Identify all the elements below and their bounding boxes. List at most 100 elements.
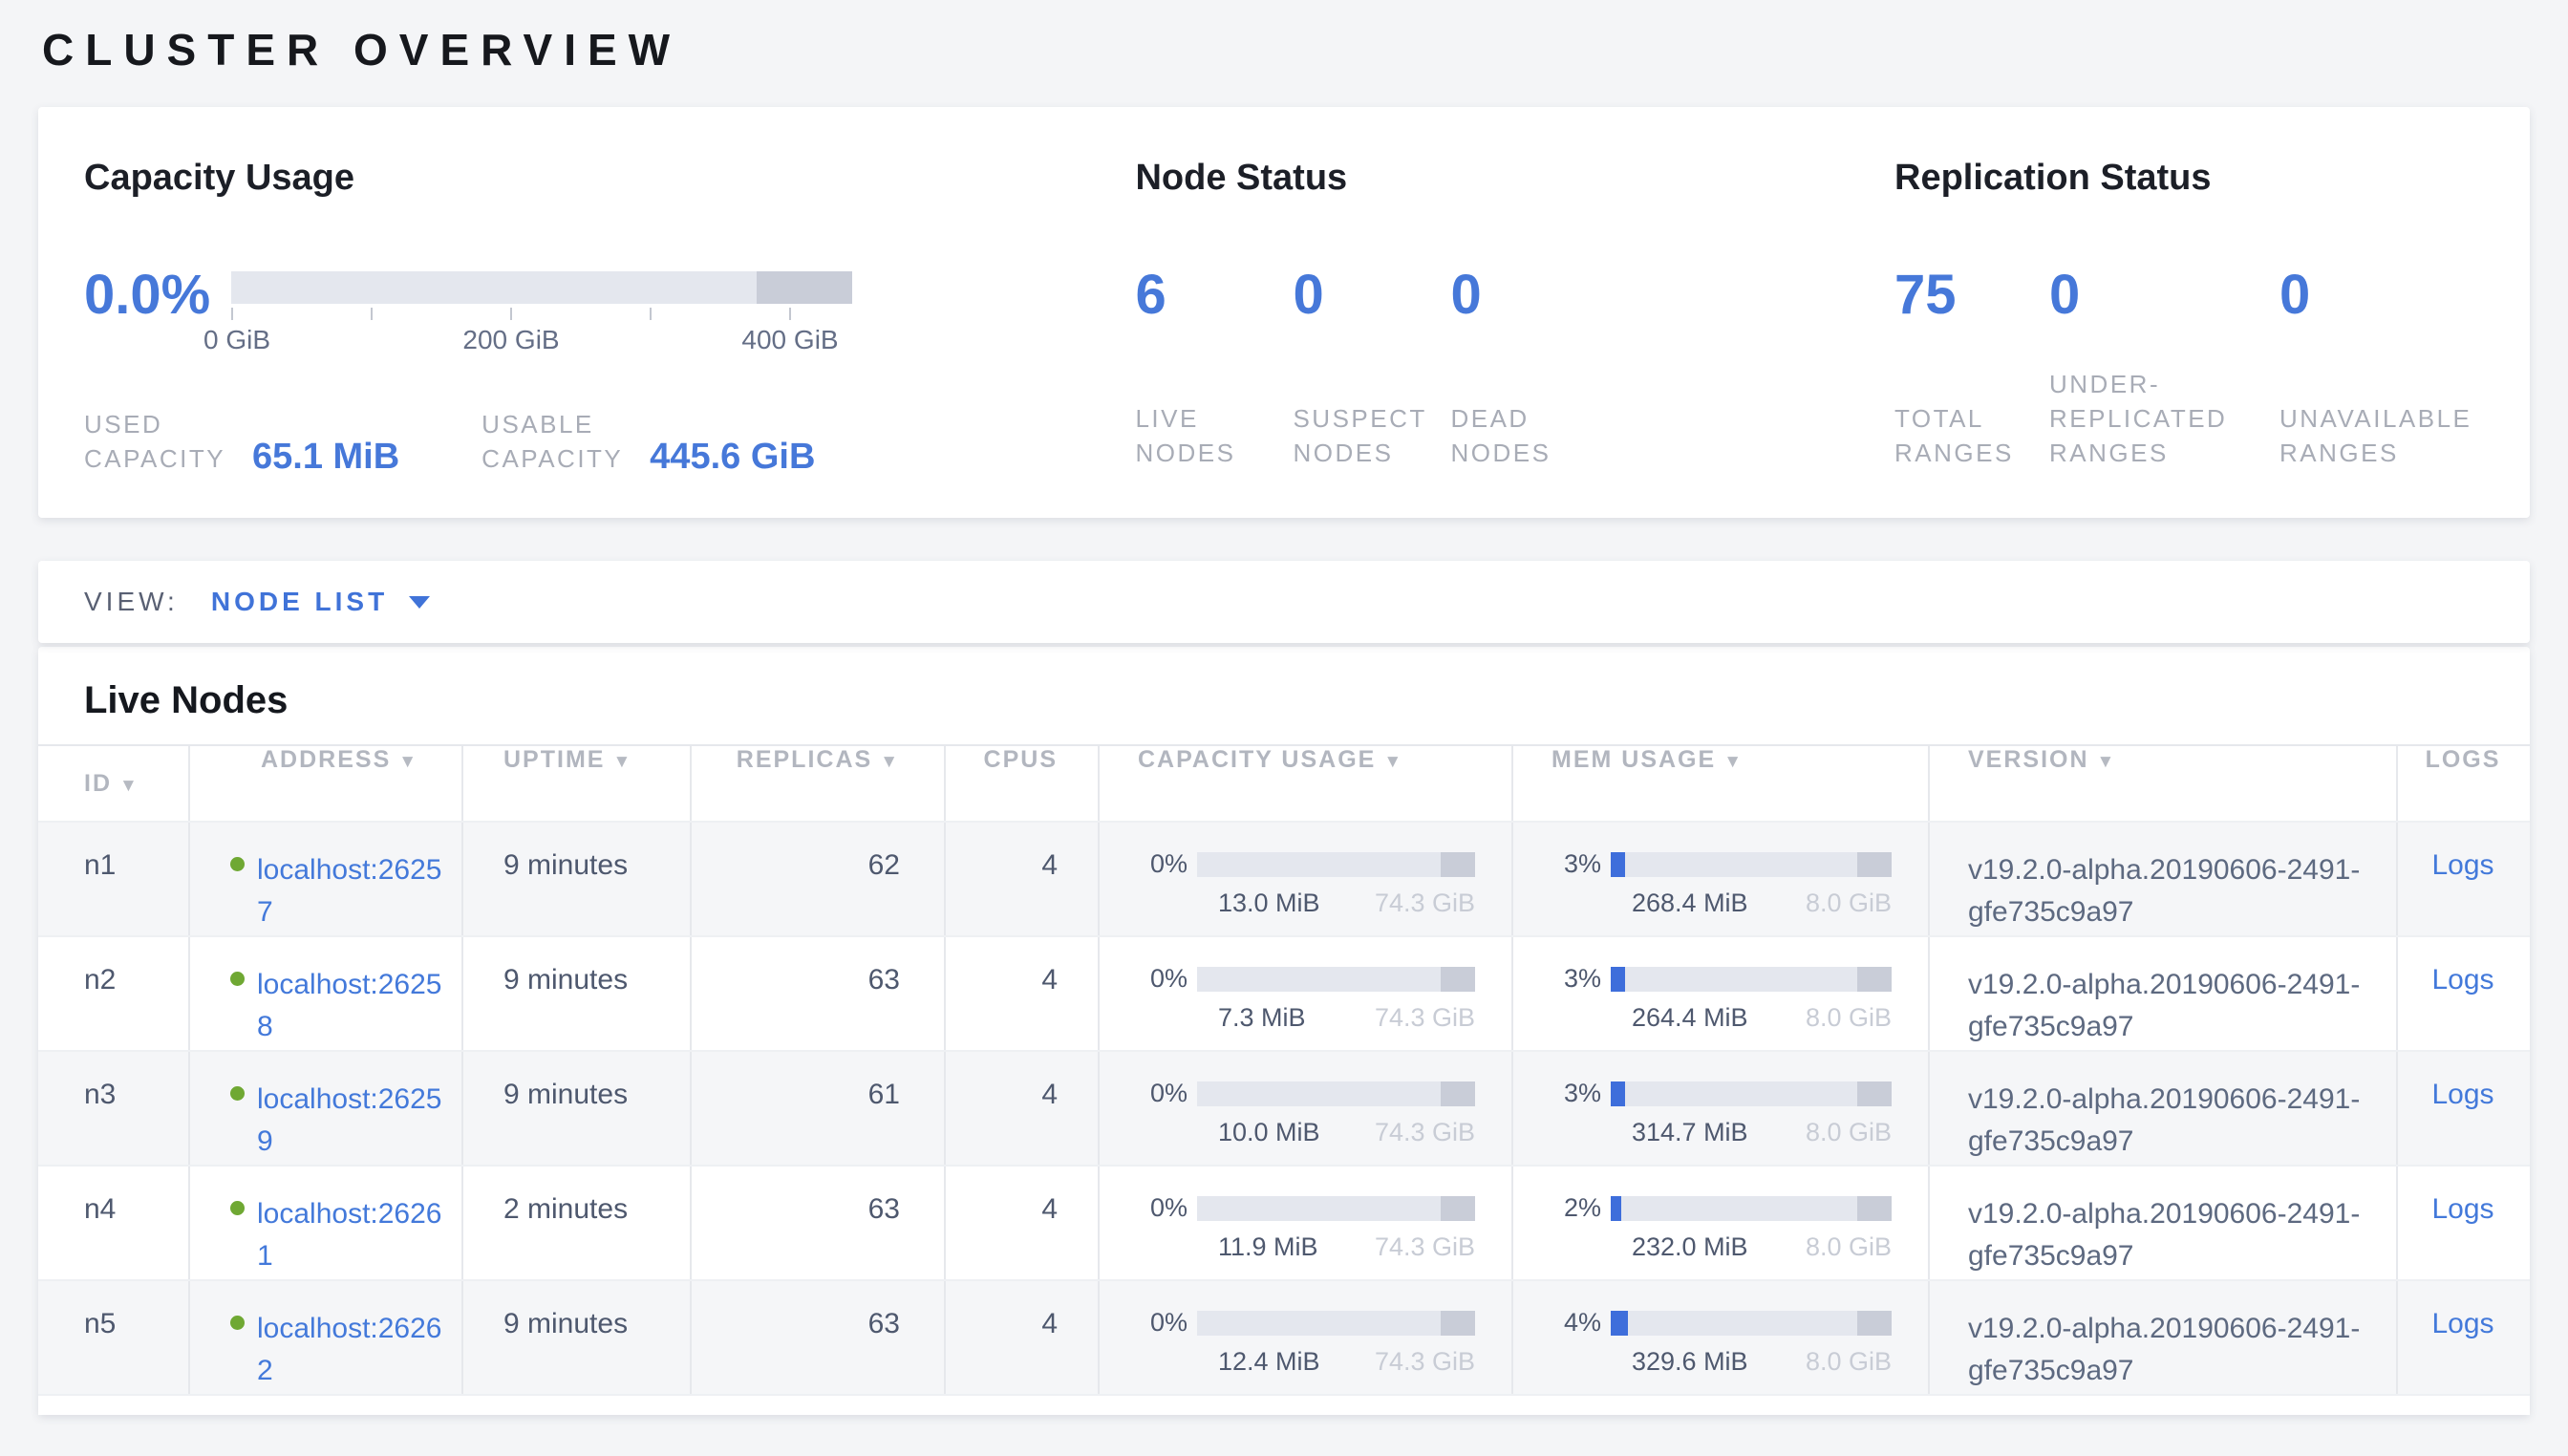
node-id: n4 bbox=[84, 1193, 116, 1225]
capacity-bar bbox=[1197, 1081, 1475, 1106]
column-header-mem-usage[interactable]: MEM USAGE▼ bbox=[1511, 746, 1928, 821]
column-header-replicas[interactable]: REPLICAS▼ bbox=[690, 746, 944, 821]
mem-used-value: 232.0 MiB bbox=[1632, 1232, 1748, 1262]
column-header-address[interactable]: ADDRESS▼ bbox=[188, 746, 461, 821]
node-logs-link[interactable]: Logs bbox=[2431, 1193, 2493, 1225]
capacity-total-value: 74.3 GiB bbox=[1375, 1232, 1475, 1262]
used-capacity-stat: USED CAPACITY 65.1 MiB bbox=[84, 407, 399, 476]
mem-percent: 3% bbox=[1552, 1079, 1601, 1108]
node-mem-usage: 3% 314.7 MiB 8.0 GiB bbox=[1511, 1052, 1928, 1165]
mem-bar-tail bbox=[1857, 852, 1892, 877]
node-address-link[interactable]: localhost:26257 bbox=[257, 849, 444, 933]
capacity-bar-chart: 0 GiB 200 GiB 400 GiB bbox=[231, 271, 852, 353]
column-header-logs: LOGS▼ bbox=[2396, 746, 2528, 821]
node-uptime: 2 minutes bbox=[503, 1193, 628, 1225]
node-logs-link[interactable]: Logs bbox=[2431, 1079, 2493, 1110]
view-dropdown[interactable]: NODE LIST bbox=[211, 587, 430, 617]
node-cpus: 4 bbox=[1041, 849, 1058, 881]
node-capacity-usage: 0% 13.0 MiB 74.3 GiB bbox=[1098, 823, 1511, 935]
unavailable-ranges-label: UNAVAILABLE RANGES bbox=[2279, 401, 2530, 470]
mem-total-value: 8.0 GiB bbox=[1806, 1232, 1892, 1262]
capacity-bar-tail bbox=[1441, 852, 1475, 877]
sort-arrow-icon: ▼ bbox=[2097, 752, 2117, 772]
usable-capacity-label: USABLE CAPACITY bbox=[482, 407, 634, 476]
dead-nodes-label: DEAD NODES bbox=[1450, 401, 1608, 470]
capacity-bar bbox=[1197, 852, 1475, 877]
node-address-link[interactable]: localhost:26258 bbox=[257, 964, 444, 1048]
node-cpus: 4 bbox=[1041, 1193, 1058, 1225]
node-id: n1 bbox=[84, 849, 116, 881]
node-capacity-usage: 0% 12.4 MiB 74.3 GiB bbox=[1098, 1281, 1511, 1394]
capacity-bar-tail bbox=[1441, 1311, 1475, 1336]
dead-nodes-value: 0 bbox=[1450, 268, 1608, 323]
live-status-dot-icon bbox=[230, 1086, 245, 1101]
node-address-link[interactable]: localhost:26259 bbox=[257, 1079, 444, 1163]
used-capacity-value: 65.1 MiB bbox=[252, 438, 399, 476]
capacity-percent: 0% bbox=[1138, 964, 1188, 994]
table-body: n1 localhost:26257 9 minutes 62 4 0% 13.… bbox=[38, 821, 2530, 1394]
usable-capacity-value: 445.6 GiB bbox=[650, 438, 815, 476]
node-logs-link[interactable]: Logs bbox=[2431, 849, 2493, 881]
node-id: n5 bbox=[84, 1308, 116, 1339]
used-capacity-label: USED CAPACITY bbox=[84, 407, 237, 476]
node-version: v19.2.0-alpha.20190606-2491-gfe735c9a97 bbox=[1968, 1198, 2360, 1272]
mem-bar-tail bbox=[1857, 1081, 1892, 1106]
capacity-used-value: 13.0 MiB bbox=[1218, 889, 1320, 918]
unavailable-ranges-stat: 0 UNAVAILABLE RANGES bbox=[2279, 268, 2530, 470]
capacity-percent: 0% bbox=[1138, 1193, 1188, 1223]
replication-status-panel: Replication Status 75 TOTAL RANGES 0 UND… bbox=[1846, 107, 2530, 518]
capacity-percent: 0% bbox=[1138, 1308, 1188, 1338]
capacity-total-value: 74.3 GiB bbox=[1375, 889, 1475, 918]
node-mem-usage: 3% 268.4 MiB 8.0 GiB bbox=[1511, 823, 1928, 935]
column-header-uptime[interactable]: UPTIME▼ bbox=[461, 746, 690, 821]
table-row: n3 localhost:26259 9 minutes 61 4 0% 10.… bbox=[38, 1050, 2530, 1165]
node-version: v19.2.0-alpha.20190606-2491-gfe735c9a97 bbox=[1968, 854, 2360, 928]
capacity-bar-reserved-segment bbox=[757, 271, 852, 304]
column-header-capacity-usage[interactable]: CAPACITY USAGE▼ bbox=[1098, 746, 1511, 821]
mem-used-value: 329.6 MiB bbox=[1632, 1347, 1748, 1377]
column-header-version[interactable]: VERSION▼ bbox=[1928, 746, 2396, 821]
node-status-panel: Node Status 6 LIVE NODES 0 SUSPECT NODES… bbox=[1081, 107, 1846, 518]
replication-status-title: Replication Status bbox=[1894, 157, 2530, 199]
mem-percent: 4% bbox=[1552, 1308, 1601, 1338]
table-row: n4 localhost:26261 2 minutes 63 4 0% 11.… bbox=[38, 1165, 2530, 1279]
cluster-summary-card: Capacity Usage 0.0% bbox=[38, 107, 2530, 518]
node-mem-usage: 4% 329.6 MiB 8.0 GiB bbox=[1511, 1281, 1928, 1394]
dead-nodes-stat: 0 DEAD NODES bbox=[1450, 268, 1608, 470]
suspect-nodes-stat: 0 SUSPECT NODES bbox=[1293, 268, 1450, 470]
node-uptime: 9 minutes bbox=[503, 1308, 628, 1339]
live-nodes-label: LIVE NODES bbox=[1135, 401, 1293, 470]
mem-used-value: 314.7 MiB bbox=[1632, 1118, 1748, 1147]
mem-bar-fill bbox=[1611, 1196, 1621, 1221]
node-address-link[interactable]: localhost:26262 bbox=[257, 1308, 444, 1392]
node-address-link[interactable]: localhost:26261 bbox=[257, 1193, 444, 1277]
chevron-down-icon bbox=[409, 596, 430, 609]
column-header-id[interactable]: ID▼ bbox=[38, 770, 188, 798]
mem-bar-fill bbox=[1611, 852, 1625, 877]
column-header-cpus: CPUS▼ bbox=[944, 746, 1098, 821]
node-logs-link[interactable]: Logs bbox=[2431, 964, 2493, 996]
node-cpus: 4 bbox=[1041, 1308, 1058, 1339]
sort-arrow-icon: ▼ bbox=[1383, 752, 1403, 772]
node-replicas: 63 bbox=[868, 1193, 900, 1225]
under-replicated-ranges-stat: 0 UNDER-REPLICATED RANGES bbox=[2049, 268, 2279, 470]
capacity-bar-tail bbox=[1441, 967, 1475, 992]
live-status-dot-icon bbox=[230, 1201, 245, 1215]
capacity-usage-title: Capacity Usage bbox=[84, 157, 1081, 199]
view-label: VIEW: bbox=[84, 587, 179, 617]
live-nodes-card: Live Nodes ID▼ ADDRESS▼ UPTIME▼ REPLICAS… bbox=[38, 647, 2530, 1415]
mem-total-value: 8.0 GiB bbox=[1806, 1003, 1892, 1033]
mem-bar-fill bbox=[1611, 1311, 1628, 1336]
node-mem-usage: 2% 232.0 MiB 8.0 GiB bbox=[1511, 1167, 1928, 1279]
node-uptime: 9 minutes bbox=[503, 964, 628, 996]
axis-label-200: 200 GiB bbox=[462, 325, 559, 355]
capacity-bar bbox=[1197, 967, 1475, 992]
view-dropdown-selected[interactable]: NODE LIST bbox=[211, 587, 388, 617]
table-row: n5 localhost:26262 9 minutes 63 4 0% 12.… bbox=[38, 1279, 2530, 1394]
table-row-partial bbox=[38, 1394, 2530, 1415]
node-uptime: 9 minutes bbox=[503, 1079, 628, 1110]
total-ranges-value: 75 bbox=[1894, 268, 2049, 323]
node-logs-link[interactable]: Logs bbox=[2431, 1308, 2493, 1339]
mem-bar bbox=[1611, 967, 1892, 992]
capacity-used-value: 7.3 MiB bbox=[1218, 1003, 1306, 1033]
